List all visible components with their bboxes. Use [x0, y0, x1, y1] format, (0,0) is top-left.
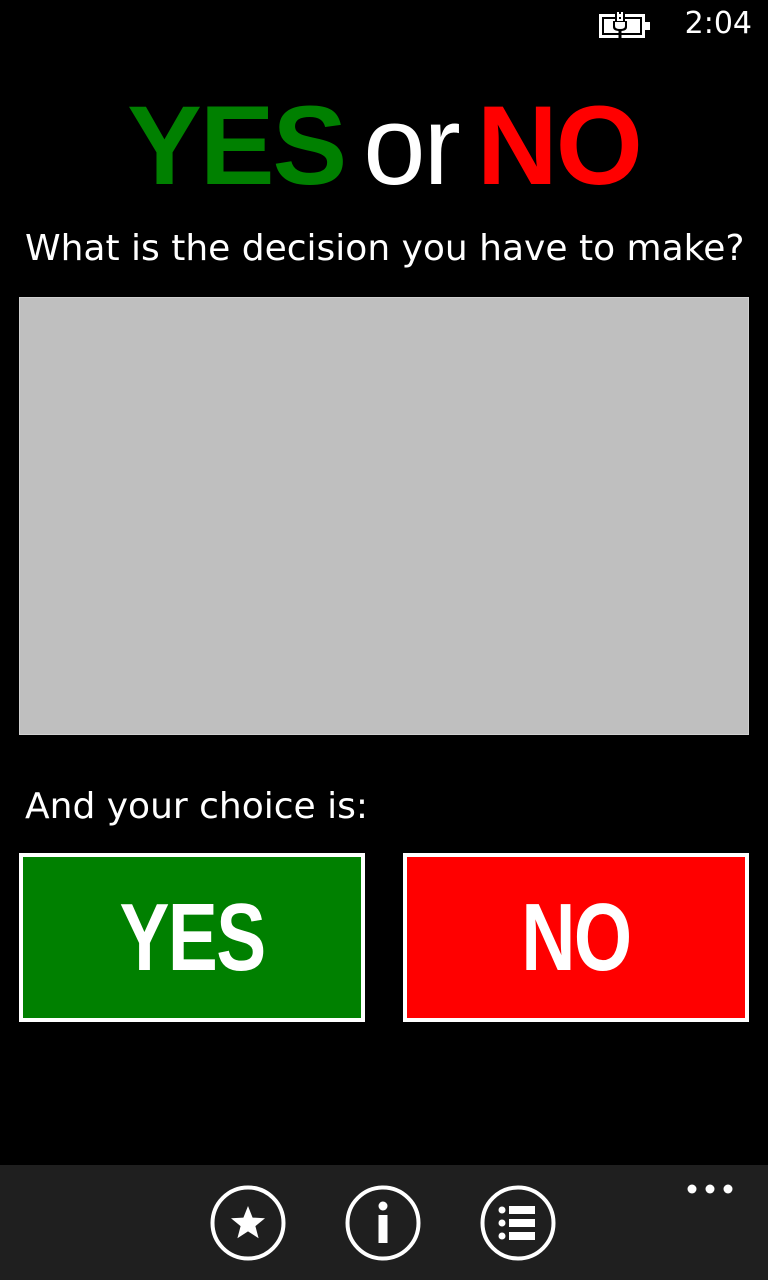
status-time: 2:04: [684, 6, 752, 41]
decision-input[interactable]: [19, 297, 749, 735]
more-icon[interactable]: [684, 1179, 736, 1199]
battery-charging-icon: [599, 12, 651, 40]
rate-button[interactable]: [210, 1185, 286, 1261]
info-icon: [345, 1185, 421, 1261]
list-button[interactable]: [480, 1185, 556, 1261]
yes-button[interactable]: YES: [19, 853, 365, 1022]
yes-button-label: YES: [119, 883, 266, 991]
title-no: NO: [476, 83, 643, 208]
about-button[interactable]: [345, 1185, 421, 1261]
status-bar: 2:04: [0, 0, 768, 50]
question-label: What is the decision you have to make?: [25, 228, 745, 269]
no-button[interactable]: NO: [403, 853, 749, 1022]
app-bar: [0, 1165, 768, 1280]
choice-label: And your choice is:: [25, 786, 369, 827]
list-icon: [480, 1185, 556, 1261]
title-or: or: [363, 83, 461, 208]
no-button-label: NO: [521, 883, 632, 991]
title-yes: YES: [127, 83, 347, 208]
page-title: YES or NO: [0, 86, 768, 206]
star-icon: [210, 1185, 286, 1261]
